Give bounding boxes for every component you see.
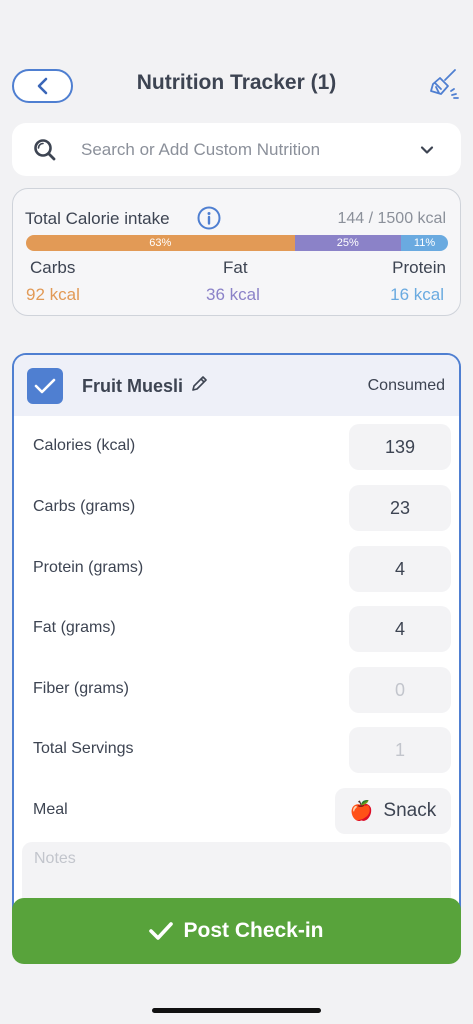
fiber-input[interactable]: 0 <box>349 667 451 713</box>
home-indicator[interactable] <box>152 1008 321 1013</box>
search-icon <box>34 139 56 161</box>
row-label: Calories (kcal) <box>33 437 136 454</box>
pencil-icon[interactable] <box>190 375 208 393</box>
header-bar: Nutrition Tracker (1) <box>0 62 473 106</box>
fat-segment: 25% <box>294 235 402 251</box>
broom-icon[interactable] <box>427 67 461 101</box>
calorie-intake-label: Total Calorie intake <box>25 209 170 228</box>
chevron-down-icon[interactable] <box>419 142 435 158</box>
fat-input[interactable]: 4 <box>349 606 451 652</box>
meal-label: Meal <box>33 801 68 818</box>
meal-selector[interactable]: 🍎 Snack <box>335 788 451 834</box>
calories-input[interactable]: 139 <box>349 424 451 470</box>
servings-row: Total Servings 1 <box>14 725 459 775</box>
protein-percent: 11% <box>413 237 436 249</box>
food-item-card: Fruit Muesli Consumed Calories (kcal) 13… <box>12 353 461 913</box>
checkmark-icon <box>34 378 56 394</box>
carbs-input[interactable]: 23 <box>349 485 451 531</box>
calorie-summary-card: Total Calorie intake 144 / 1500 kcal 63%… <box>12 188 461 316</box>
fiber-row: Fiber (grams) 0 <box>14 665 459 715</box>
protein-segment: 11% <box>401 235 448 251</box>
food-name: Fruit Muesli <box>82 376 184 396</box>
row-label: Protein (grams) <box>33 559 144 576</box>
macro-progress-bar: 63% 25% 11% <box>26 235 448 251</box>
carbs-segment: 63% <box>26 235 295 251</box>
calorie-total: 144 / 1500 kcal <box>337 210 446 227</box>
carbs-row: Carbs (grams) 23 <box>14 483 459 533</box>
post-check-in-label: Post Check-in <box>183 919 324 942</box>
servings-input[interactable]: 1 <box>349 727 451 773</box>
meal-row: Meal 🍎 Snack <box>14 786 459 836</box>
fat-label: Fat <box>223 258 248 277</box>
fat-value: 36 kcal <box>206 285 260 304</box>
apple-icon: 🍎 <box>349 801 374 822</box>
post-check-in-button[interactable]: Post Check-in <box>12 898 461 964</box>
consumed-checkbox[interactable] <box>27 368 63 404</box>
protein-value: 16 kcal <box>390 285 444 304</box>
checkmark-icon <box>149 922 174 940</box>
page-title: Nutrition Tracker (1) <box>136 71 337 94</box>
carbs-label: Carbs <box>30 258 76 277</box>
fat-percent: 25% <box>336 237 359 249</box>
protein-row: Protein (grams) 4 <box>14 544 459 594</box>
row-label: Carbs (grams) <box>33 498 136 515</box>
row-label: Fiber (grams) <box>33 680 130 697</box>
consumed-status: Consumed <box>367 377 445 394</box>
calories-row: Calories (kcal) 139 <box>14 422 459 472</box>
row-label: Total Servings <box>33 740 134 757</box>
search-bar[interactable]: Search or Add Custom Nutrition <box>12 123 461 176</box>
carbs-percent: 63% <box>149 237 172 249</box>
carbs-value: 92 kcal <box>26 285 80 304</box>
fat-row: Fat (grams) 4 <box>14 604 459 654</box>
notes-placeholder: Notes <box>34 850 76 867</box>
info-icon[interactable] <box>197 206 221 230</box>
meal-value: Snack <box>383 800 437 821</box>
protein-input[interactable]: 4 <box>349 546 451 592</box>
protein-label: Protein <box>392 258 446 277</box>
search-input[interactable]: Search or Add Custom Nutrition <box>81 140 320 160</box>
food-item-header: Fruit Muesli Consumed <box>14 355 459 416</box>
row-label: Fat (grams) <box>33 619 116 636</box>
